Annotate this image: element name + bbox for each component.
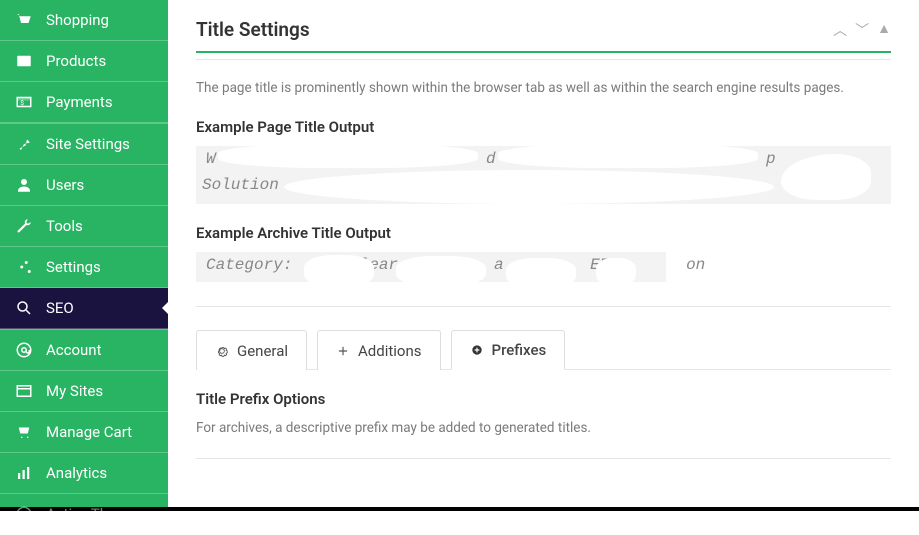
user-icon — [14, 175, 34, 195]
chevron-down-icon[interactable]: ﹀ — [855, 20, 869, 40]
sidebar-item-label: Products — [46, 52, 106, 70]
example-archive-title-output: Category: E lear a Sma ERP on — [196, 252, 666, 282]
panel-controls: ︿ ﹀ ▲ — [833, 20, 891, 40]
tab-prefixes[interactable]: Prefixes — [451, 330, 566, 370]
sidebar-item-label: Payments — [46, 93, 113, 111]
example-text-fragment: p — [766, 150, 776, 168]
sidebar-item-label: Shopping — [46, 11, 109, 29]
sidebar-item-label: Active Theme — [46, 505, 137, 523]
svg-text:$: $ — [20, 99, 24, 107]
at-icon — [14, 340, 34, 360]
example-text-fragment: d — [486, 150, 496, 168]
sliders-icon — [14, 257, 34, 277]
wrench-icon — [14, 216, 34, 236]
tab-label: Additions — [358, 342, 422, 360]
tab-additions[interactable]: Additions — [317, 330, 441, 370]
example-archive-title-label: Example Archive Title Output — [196, 224, 891, 242]
divider — [196, 458, 891, 459]
sidebar-item-label: My Sites — [46, 382, 103, 400]
gear-icon — [215, 344, 229, 358]
sidebar-item-settings[interactable]: Settings — [0, 247, 168, 288]
sidebar-item-label: Tools — [46, 217, 83, 235]
sidebar-item-payments[interactable]: $ Payments — [0, 82, 168, 123]
plus-circle-icon — [470, 343, 484, 357]
sidebar-item-label: Settings — [46, 258, 101, 276]
sidebar-item-label: Analytics — [46, 464, 107, 482]
prefix-options-label: Title Prefix Options — [196, 390, 891, 408]
example-text-fragment: W — [206, 150, 216, 168]
window-icon — [14, 381, 34, 401]
panel-description: The page title is prominently shown with… — [196, 80, 891, 96]
sidebar-item-seo[interactable]: SEO — [0, 288, 168, 329]
sidebar-item-my-sites[interactable]: My Sites — [0, 371, 168, 412]
sidebar-item-label: Site Settings — [46, 135, 130, 153]
cart-icon — [14, 422, 34, 442]
sidebar-item-users[interactable]: Users — [0, 165, 168, 206]
sidebar-item-label: SEO — [46, 299, 74, 317]
example-page-title-label: Example Page Title Output — [196, 118, 891, 136]
sidebar: Shopping Products $ Payments Site Settin… — [0, 0, 168, 507]
sidebar-item-manage-cart[interactable]: Manage Cart — [0, 412, 168, 453]
tab-label: Prefixes — [492, 341, 547, 359]
sidebar-item-label: Account — [46, 341, 102, 359]
sidebar-item-shopping[interactable]: Shopping — [0, 0, 168, 41]
panel-header: Title Settings ︿ ﹀ ▲ — [196, 18, 891, 53]
sidebar-item-active-theme[interactable]: Active Theme — [0, 494, 168, 535]
sidebar-item-label: Manage Cart — [46, 423, 132, 441]
tabs: General Additions Prefixes — [196, 329, 891, 370]
divider — [196, 306, 891, 307]
title-settings-panel: Title Settings ︿ ﹀ ▲ The page title is p… — [196, 0, 891, 459]
sidebar-item-tools[interactable]: Tools — [0, 206, 168, 247]
divider — [196, 59, 891, 60]
sidebar-item-site-settings[interactable]: Site Settings — [0, 124, 168, 165]
search-icon — [14, 298, 34, 318]
example-page-title-output: W d p Solution — [196, 146, 891, 204]
pin-icon — [14, 134, 34, 154]
theme-icon — [14, 504, 34, 524]
main-content: Title Settings ︿ ﹀ ▲ The page title is p… — [168, 0, 919, 507]
chart-icon — [14, 463, 34, 483]
sidebar-item-label: Users — [46, 176, 84, 194]
tab-general[interactable]: General — [196, 330, 307, 370]
shopping-icon — [14, 10, 34, 30]
payments-icon: $ — [14, 92, 34, 112]
sidebar-item-account[interactable]: Account — [0, 330, 168, 371]
sidebar-item-analytics[interactable]: Analytics — [0, 453, 168, 494]
triangle-up-icon[interactable]: ▲ — [877, 20, 891, 40]
plus-icon — [336, 344, 350, 358]
products-icon — [14, 51, 34, 71]
tab-label: General — [237, 342, 288, 360]
panel-title: Title Settings — [196, 18, 310, 41]
sidebar-item-products[interactable]: Products — [0, 41, 168, 82]
example-text-fragment: Solution — [202, 176, 279, 194]
chevron-up-icon[interactable]: ︿ — [833, 20, 847, 40]
prefix-options-description: For archives, a descriptive prefix may b… — [196, 420, 891, 436]
